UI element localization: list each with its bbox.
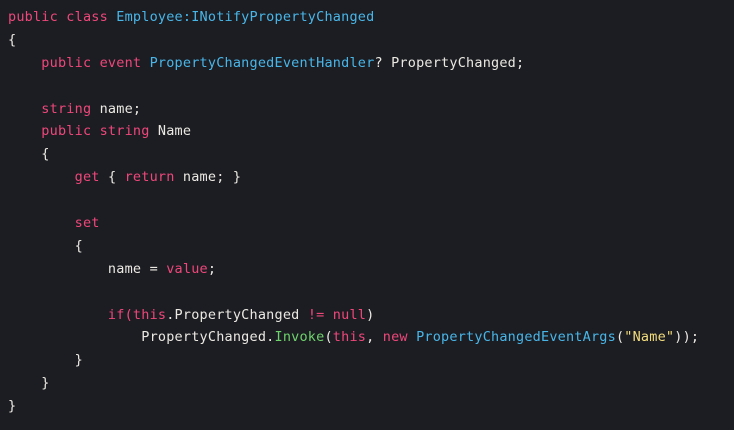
code-token: { (8, 237, 83, 254)
code-line: public class Employee:INotifyPropertyCha… (8, 6, 734, 29)
code-line: PropertyChanged.Invoke(this, new Propert… (8, 326, 734, 349)
code-token: set (8, 215, 100, 232)
code-token: .PropertyChanged (166, 306, 308, 323)
code-token: , (366, 329, 383, 346)
code-token: this (332, 329, 367, 346)
code-token: } (8, 398, 17, 415)
code-token: public class (8, 9, 117, 25)
code-line: string name; (8, 98, 734, 121)
code-line: public string Name (8, 120, 734, 143)
code-token: name; } (182, 169, 242, 186)
code-token: ( (324, 329, 333, 346)
code-token: Name (157, 123, 192, 140)
code-token: public string (8, 123, 158, 140)
code-line: { (8, 29, 734, 52)
code-token: name = (8, 260, 167, 277)
code-token: } (8, 375, 50, 392)
code-token: "Name" (624, 329, 675, 346)
code-token: if(this (8, 306, 167, 323)
code-token: PropertyChanged. (8, 329, 275, 346)
code-line: public event PropertyChangedEventHandler… (8, 52, 734, 75)
code-line: get { return name; } (8, 166, 734, 189)
code-token: PropertyChangedEventArgs (416, 329, 616, 346)
code-token: { (107, 169, 125, 186)
code-token: name; (99, 100, 142, 117)
code-token: return (124, 169, 183, 186)
code-token: )); (674, 329, 700, 346)
code-line: set (8, 212, 734, 235)
code-token: string (8, 100, 100, 117)
code-editor[interactable]: public class Employee:INotifyPropertyCha… (0, 0, 734, 430)
code-token: Employee:INotifyPropertyChanged (116, 9, 375, 25)
code-line: { (8, 235, 734, 258)
code-token: != null (307, 306, 367, 323)
code-block: public class Employee:INotifyPropertyCha… (8, 6, 734, 418)
code-token: Invoke (274, 329, 325, 346)
code-line: if(this.PropertyChanged != null) (8, 304, 734, 327)
code-line: { (8, 143, 734, 166)
code-token: PropertyChangedEventHandler (149, 54, 375, 71)
code-token: { (8, 146, 50, 163)
code-token: { (8, 31, 17, 48)
code-line: } (8, 349, 734, 372)
code-token: } (8, 352, 83, 369)
code-token: get (8, 169, 108, 186)
code-token: public event (8, 54, 150, 71)
code-token: ) (366, 306, 375, 323)
code-token: value (166, 260, 208, 277)
code-line: } (8, 395, 734, 418)
code-line: } (8, 372, 734, 395)
code-token: ? PropertyChanged; (374, 54, 525, 71)
code-token: new (382, 329, 417, 346)
code-token: ; (207, 260, 217, 277)
code-line: name = value; (8, 258, 734, 281)
